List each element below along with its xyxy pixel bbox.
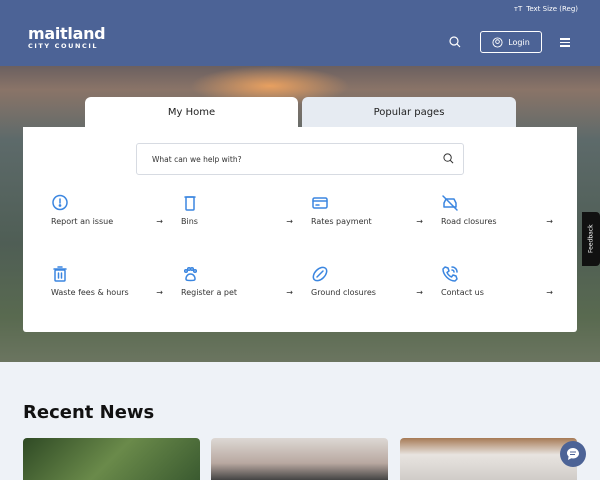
- chat-icon: [567, 448, 579, 460]
- quick-links-panel: What can we help with? Report an issue → B…: [23, 127, 577, 332]
- chat-button[interactable]: [560, 441, 586, 467]
- car-off-icon: [442, 195, 458, 211]
- quick-link-report-an-issue[interactable]: Report an issue →: [51, 194, 163, 244]
- arrow-right-icon: →: [286, 217, 293, 226]
- arrow-right-icon: →: [546, 217, 553, 226]
- phone-icon: [442, 266, 458, 282]
- site-header: ᴛT Text Size (Reg) maitland CITY COUNCIL …: [0, 0, 600, 66]
- logo[interactable]: maitland CITY COUNCIL: [28, 26, 106, 51]
- search-icon[interactable]: [449, 36, 461, 48]
- bin-icon: [184, 196, 196, 211]
- quick-link-waste-fees-hours[interactable]: Waste fees & hours →: [51, 265, 163, 315]
- quick-link-contact-us[interactable]: Contact us →: [441, 265, 553, 315]
- search-icon[interactable]: [443, 153, 454, 164]
- arrow-right-icon: →: [416, 217, 423, 226]
- tab-popular-pages[interactable]: Popular pages: [302, 97, 516, 127]
- news-card-image[interactable]: [23, 438, 200, 480]
- login-button[interactable]: Login: [480, 31, 542, 53]
- quick-link-road-closures[interactable]: Road closures →: [441, 194, 553, 244]
- news-card-image[interactable]: [400, 438, 577, 480]
- quick-link-label: Register a pet: [181, 288, 238, 297]
- quick-link-label: Ground closures: [311, 288, 376, 297]
- arrow-right-icon: →: [416, 288, 423, 297]
- quick-link-ground-closures[interactable]: Ground closures →: [311, 265, 423, 315]
- quick-link-bins[interactable]: Bins →: [181, 194, 293, 244]
- card-icon: [312, 197, 328, 209]
- paw-icon: [183, 266, 198, 282]
- quick-link-label: Waste fees & hours: [51, 288, 129, 297]
- news-card-image[interactable]: [211, 438, 388, 480]
- text-size-icon: ᴛT: [513, 5, 523, 13]
- search-input[interactable]: What can we help with?: [136, 143, 464, 175]
- arrow-right-icon: →: [156, 288, 163, 297]
- recent-news-heading: Recent News: [23, 402, 155, 423]
- tab-my-home[interactable]: My Home: [85, 97, 298, 127]
- quick-link-label: Road closures: [441, 217, 497, 226]
- quick-link-rates-payment[interactable]: Rates payment →: [311, 194, 423, 244]
- user-icon: [492, 36, 503, 48]
- quick-link-label: Rates payment: [311, 217, 372, 226]
- alert-bubble-icon: [52, 194, 68, 211]
- text-size-button[interactable]: ᴛT Text Size (Reg): [514, 5, 578, 13]
- quick-link-label: Bins: [181, 217, 198, 226]
- arrow-right-icon: →: [286, 288, 293, 297]
- football-icon: [312, 266, 328, 282]
- arrow-right-icon: →: [156, 217, 163, 226]
- arrow-right-icon: →: [546, 288, 553, 297]
- menu-icon[interactable]: [560, 38, 570, 49]
- quick-link-register-a-pet[interactable]: Register a pet →: [181, 265, 293, 315]
- quick-link-label: Contact us: [441, 288, 484, 297]
- trash-icon: [53, 266, 67, 282]
- quick-link-label: Report an issue: [51, 217, 114, 226]
- feedback-button[interactable]: Feedback: [582, 212, 600, 266]
